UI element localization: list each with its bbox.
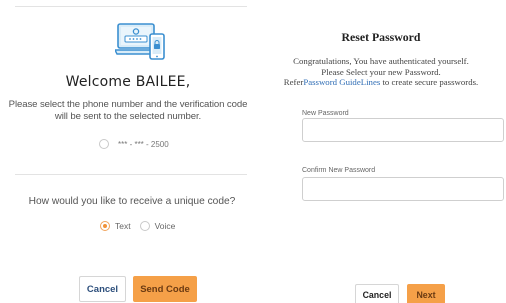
cancel-button[interactable]: Cancel (79, 276, 126, 302)
delivery-method-group: Text Voice (100, 219, 184, 233)
instructions-line-2: will be sent to the selected number. (54, 111, 202, 122)
divider (15, 174, 247, 175)
reset-password-title: Reset Password (341, 30, 421, 44)
reset-cancel-button[interactable]: Cancel (355, 284, 399, 303)
refer-suffix: to create secure passwords. (380, 77, 479, 87)
confirm-password-input[interactable] (302, 177, 504, 201)
next-button[interactable]: Next (407, 284, 445, 303)
text-radio[interactable] (100, 221, 110, 231)
verification-panel: Welcome BAILEE, Please select the phone … (0, 0, 256, 303)
new-password-input[interactable] (302, 118, 504, 142)
confirm-password-label: Confirm New Password (302, 167, 376, 174)
instructions-text: Please select the phone number and the v… (0, 99, 256, 123)
message-line-3: ReferPassword GuideLines to create secur… (256, 77, 506, 88)
welcome-heading: Welcome BAILEE, (65, 74, 191, 90)
text-option-label[interactable]: Text (115, 221, 131, 231)
voice-radio[interactable] (139, 221, 150, 231)
phone-radio[interactable] (99, 139, 109, 149)
phone-number-label: *** - *** - 2500 (118, 139, 169, 149)
delivery-question: How would you like to receive a unique c… (28, 196, 236, 207)
instructions-line-1: Please select the phone number and the v… (8, 99, 248, 110)
message-line-2: Please Select your new Password. (321, 66, 441, 77)
send-code-button[interactable]: Send Code (133, 276, 197, 302)
phone-option[interactable]: *** - *** - 2500 (99, 137, 169, 151)
refer-prefix: Refer (283, 77, 304, 87)
message-line-1: Congratulations, You have authenticated … (293, 56, 469, 66)
password-guidelines-link[interactable]: Password GuideLines (303, 77, 380, 87)
reset-password-message: Congratulations, You have authenticated … (256, 56, 506, 88)
laptop-phone-lock-icon (115, 23, 165, 60)
voice-option-label[interactable]: Voice (155, 221, 176, 231)
new-password-label: New Password (302, 110, 349, 117)
reset-password-panel: Reset Password Congratulations, You have… (256, 0, 506, 303)
divider (15, 6, 247, 7)
